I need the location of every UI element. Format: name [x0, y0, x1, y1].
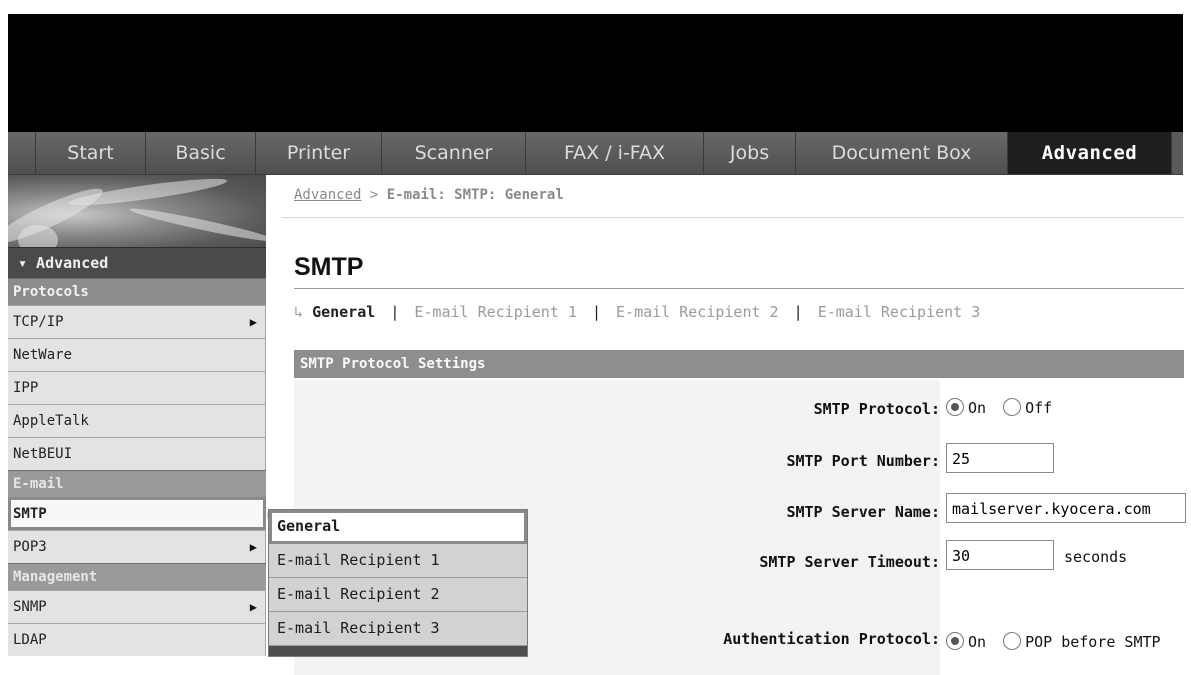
submenu-arrow-icon: ▶ [249, 600, 257, 614]
tab-jobs[interactable]: Jobs [704, 132, 796, 174]
sidebar-item-appletalk[interactable]: AppleTalk [8, 404, 266, 437]
sidebar: ▾ Advanced Protocols TCP/IP ▶ NetWare IP… [8, 175, 275, 675]
flyout-item-email-recipient-2[interactable]: E-mail Recipient 2 [269, 578, 527, 612]
tab-fax[interactable]: FAX / i-FAX [526, 132, 704, 174]
divider [282, 217, 1184, 218]
subtab-separator: | [390, 303, 400, 321]
radio-pop-before-smtp[interactable] [1003, 632, 1022, 650]
sidebar-item-smtp[interactable]: SMTP ▶ [8, 497, 275, 530]
sidebar-item-netware[interactable]: NetWare [8, 338, 266, 371]
sidebar-item-snmp[interactable]: SNMP ▶ [8, 590, 266, 623]
breadcrumb: Advanced > E-mail: SMTP: General [294, 187, 564, 203]
tab-start[interactable]: Start [36, 132, 146, 174]
smtp-server-name-input[interactable]: mailserver.kyocera.com [946, 493, 1186, 523]
sidebar-item-label: NetBEUI [13, 446, 73, 462]
tab-printer[interactable]: Printer [256, 132, 382, 174]
subtab-bar: ↳ General | E-mail Recipient 1 | E-mail … [294, 303, 980, 321]
sidebar-item-label: TCP/IP [13, 314, 64, 330]
divider [294, 288, 1184, 289]
smtp-submenu-flyout: General E-mail Recipient 1 E-mail Recipi… [268, 509, 528, 657]
radio-on-label: On [968, 399, 987, 417]
sidebar-item-label: POP3 [13, 539, 47, 555]
subtab-email-recipient-2[interactable]: E-mail Recipient 2 [616, 303, 779, 321]
flyout-item-email-recipient-3[interactable]: E-mail Recipient 3 [269, 612, 527, 646]
smtp-server-timeout-label: SMTP Server Timeout: [759, 553, 940, 571]
authentication-protocol-label: Authentication Protocol: [723, 630, 940, 648]
flyout-item-general[interactable]: General [269, 510, 527, 544]
subtab-separator: | [793, 303, 803, 321]
breadcrumb-separator: > [369, 187, 379, 203]
sidebar-decorative-image [8, 175, 266, 247]
flyout-item-email-recipient-1[interactable]: E-mail Recipient 1 [269, 544, 527, 578]
section-header-smtp-protocol-settings: SMTP Protocol Settings [294, 350, 1184, 378]
tab-document-box[interactable]: Document Box [796, 132, 1008, 174]
smtp-port-label: SMTP Port Number: [786, 452, 940, 470]
sidebar-item-ldap[interactable]: LDAP [8, 623, 266, 656]
tab-scanner[interactable]: Scanner [382, 132, 526, 174]
sidebar-header-advanced[interactable]: ▾ Advanced [8, 247, 266, 278]
tab-advanced[interactable]: Advanced [1008, 132, 1172, 174]
tab-basic[interactable]: Basic [146, 132, 256, 174]
timeout-unit-label: seconds [1064, 548, 1128, 566]
sidebar-item-label: IPP [13, 380, 39, 396]
sidebar-item-label: AppleTalk [13, 413, 89, 429]
flyout-footer [269, 646, 527, 656]
radio-on[interactable] [946, 398, 964, 416]
submenu-arrow-icon: ▶ [249, 315, 257, 329]
page-title: SMTP [294, 253, 364, 281]
subtab-email-recipient-1[interactable]: E-mail Recipient 1 [414, 303, 577, 321]
breadcrumb-link-advanced[interactable]: Advanced [294, 187, 361, 203]
sidebar-item-netbeui[interactable]: NetBEUI [8, 437, 266, 470]
sidebar-item-pop3[interactable]: POP3 ▶ [8, 530, 266, 563]
top-navigation: Start Basic Printer Scanner FAX / i-FAX … [8, 132, 1183, 175]
sidebar-item-label: LDAP [13, 632, 47, 648]
radio-on[interactable] [946, 632, 964, 650]
sidebar-item-ipp[interactable]: IPP [8, 371, 266, 404]
smtp-server-name-label: SMTP Server Name: [786, 503, 940, 521]
current-arrow-icon: ↳ [294, 303, 304, 321]
nav-tab-spacer [8, 132, 36, 174]
smtp-protocol-label: SMTP Protocol: [813, 400, 940, 418]
subtab-general: General [312, 303, 376, 321]
sidebar-item-label: NetWare [13, 347, 73, 363]
authentication-protocol-radio-group: On POP before SMTP [946, 632, 1161, 651]
radio-on-label: On [968, 633, 987, 651]
header-banner [8, 14, 1183, 132]
section-protocols: Protocols [8, 278, 266, 305]
section-email: E-mail [8, 470, 266, 497]
sidebar-item-label: SMTP [13, 506, 47, 522]
radio-off-label: Off [1025, 399, 1053, 417]
sidebar-item-label: SNMP [13, 599, 47, 615]
radio-off[interactable] [1003, 398, 1022, 416]
radio-pop-before-smtp-label: POP before SMTP [1025, 633, 1161, 651]
subtab-separator: | [591, 303, 601, 321]
subtab-email-recipient-3[interactable]: E-mail Recipient 3 [818, 303, 981, 321]
sidebar-item-tcpip[interactable]: TCP/IP ▶ [8, 305, 266, 338]
submenu-arrow-icon: ▶ [249, 540, 257, 554]
breadcrumb-current: E-mail: SMTP: General [386, 187, 564, 203]
smtp-protocol-radio-group: On Off [946, 398, 1052, 417]
section-management: Management [8, 563, 266, 590]
smtp-port-input[interactable]: 25 [946, 443, 1054, 473]
smtp-server-timeout-input[interactable]: 30 [946, 540, 1054, 570]
